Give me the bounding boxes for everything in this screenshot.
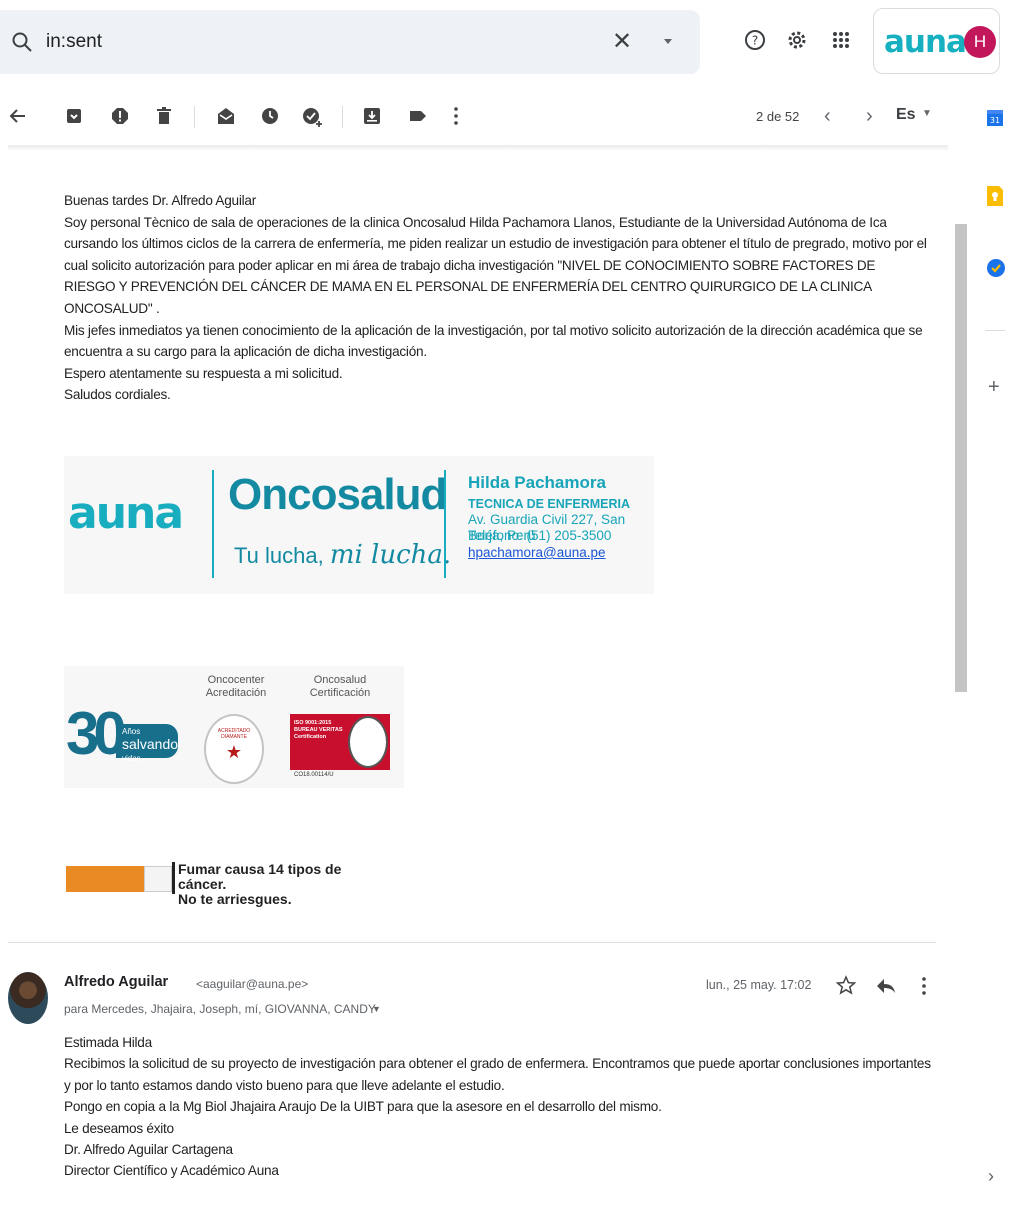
reply-message-body: Estimada Hilda Recibimos la solicitud de… [64, 1032, 944, 1182]
smoking-warning-banner: Fumar causa 14 tipos de cáncer. No te ar… [64, 860, 374, 907]
body-line: Dr. Alfredo Aguilar Cartagena [64, 1142, 233, 1158]
body-line: y por lo tanto estamos dando visto bueno… [64, 1077, 505, 1093]
star-icon[interactable] [835, 975, 857, 1000]
body-line: Buenas tardes Dr. Alfredo Aguilar [64, 193, 256, 208]
add-task-icon[interactable] [302, 106, 324, 133]
signature-name: Hilda Pachamora [468, 473, 606, 492]
warning-line: Fumar causa 14 tipos de cáncer. [178, 861, 342, 892]
warning-line: No te arriesgues. [178, 891, 292, 907]
older-chevron-right-icon[interactable]: › [866, 105, 873, 128]
signature-phone: Teléfono: (51) 205-3500 [468, 528, 612, 543]
search-bar[interactable]: in:sent ✕ [0, 10, 700, 74]
report-spam-icon[interactable] [110, 106, 130, 131]
body-line: Pongo en copia a la Mg Biol Jhajaira Ara… [64, 1099, 662, 1115]
accreditation-seal: ACREDITADO DIAMANTE ★ [204, 714, 264, 784]
archive-icon[interactable] [64, 106, 84, 131]
body-line: encuentra a su cargo para la aplicación … [64, 344, 427, 360]
add-addon-plus-icon[interactable]: + [988, 376, 1000, 399]
scrollbar-thumb[interactable] [955, 224, 967, 692]
chevron-down-icon[interactable]: ▼ [922, 108, 932, 119]
oncosalud-tagline: Tu lucha, mi lucha. [234, 540, 452, 570]
cigarette-filter-graphic [66, 866, 146, 892]
newer-chevron-left-icon[interactable]: ‹ [824, 105, 831, 128]
svg-text:31: 31 [990, 116, 1000, 125]
oncosalud-label: Oncosalud Certificación [309, 674, 371, 699]
rail-divider [985, 330, 1005, 331]
body-line: Le deseamos éxito [64, 1120, 174, 1136]
input-language-selector[interactable]: Es [896, 106, 916, 124]
message-body: Buenas tardes Dr. Alfredo Aguilar Soy pe… [64, 190, 944, 406]
body-line: Director Científico y Académico Auna [64, 1163, 279, 1179]
body-line: ONCOSALUD" . [64, 300, 160, 316]
mark-unread-icon[interactable] [216, 106, 236, 131]
body-line: Saludos cordiales. [64, 387, 171, 403]
calendar-icon[interactable]: 31 [987, 108, 1003, 131]
reply-icon[interactable] [876, 977, 896, 1000]
pagination-count: 2 de 52 [756, 109, 800, 124]
signature-divider [212, 470, 214, 578]
signature-email-link[interactable]: hpachamora@auna.pe [468, 545, 606, 561]
message-toolbar: 2 de 52 ‹ › Es ▼ [0, 98, 950, 138]
tasks-icon[interactable] [987, 259, 1005, 282]
sender-email: <aaguilar@auna.pe> [196, 977, 309, 991]
message-date: lun., 25 may. 17:02 [706, 978, 812, 992]
body-line: Espero atentamente su respuesta a mi sol… [64, 365, 343, 381]
auna-logo: auna [68, 488, 184, 539]
search-options-icon[interactable] [662, 34, 674, 52]
anos-text: Años [122, 727, 141, 736]
oncocenter-label: Oncocenter Acreditación [205, 674, 267, 699]
delete-icon[interactable] [154, 106, 174, 131]
snooze-icon[interactable] [260, 106, 280, 131]
body-line: Recibimos la solicitud de su proyecto de… [64, 1056, 931, 1072]
signature-divider [444, 470, 446, 578]
sender-avatar[interactable] [8, 972, 48, 1024]
body-line: Soy personal Tècnico de sala de operacio… [64, 214, 887, 230]
vidas-text: vidas [122, 754, 141, 763]
move-to-icon[interactable] [362, 106, 382, 131]
cigarette-paper-graphic [144, 866, 172, 892]
settings-gear-icon[interactable] [786, 29, 808, 56]
message-divider [8, 942, 936, 943]
body-line: RIESGO Y PREVENCIÓN DEL CÁNCER DE MAMA E… [64, 279, 872, 295]
oncosalud-logo: Oncosalud [228, 470, 447, 519]
iso-certification-badge: ISO 9001:2015 BUREAU VERITAS Certification [290, 714, 390, 770]
body-line: cual solicito autorización para poder ap… [64, 257, 876, 273]
more-vert-icon[interactable] [920, 976, 928, 1001]
recipients-list: para Mercedes, Jhajaira, Joseph, mí, GIO… [64, 1002, 376, 1016]
toolbar-divider [8, 145, 948, 151]
body-line: Estimada Hilda [64, 1035, 152, 1050]
search-icon[interactable] [10, 30, 34, 54]
more-vert-icon[interactable] [452, 106, 460, 131]
accreditation-badges: 30 Años salvando vidas Oncocenter Acredit… [64, 666, 404, 788]
account-avatar[interactable]: H [964, 26, 996, 58]
sender-name[interactable]: Alfredo Aguilar [64, 974, 168, 990]
iso-code: CO18.00114/U [294, 772, 334, 778]
apps-grid-icon[interactable] [832, 31, 850, 54]
label-icon[interactable] [408, 106, 428, 131]
body-line: Mis jefes inmediatos ya tienen conocimie… [64, 322, 923, 338]
keep-icon[interactable] [987, 186, 1003, 211]
back-arrow-icon[interactable] [8, 106, 28, 131]
help-icon[interactable]: ? [744, 29, 766, 56]
body-line: cursando los últimos ciclos de la carrer… [64, 236, 927, 252]
show-details-chevron-icon[interactable]: ▼ [372, 1004, 381, 1014]
auna-logo: auna [884, 24, 967, 60]
salvando-text: salvando [122, 736, 179, 752]
thirty-years-logo: 30 [66, 700, 127, 767]
show-side-panel-chevron-icon[interactable]: › [988, 1166, 994, 1187]
email-signature: auna Oncosalud Tu lucha, mi lucha. Hilda… [64, 456, 654, 594]
bureau-veritas-seal [348, 716, 388, 768]
search-input[interactable]: in:sent [46, 31, 102, 53]
clear-search-icon[interactable]: ✕ [612, 30, 632, 54]
svg-text:?: ? [752, 34, 758, 48]
signature-role: TECNICA DE ENFERMERIA [468, 497, 631, 511]
star-icon: ★ [225, 742, 243, 762]
account-switcher[interactable]: auna H [873, 8, 1000, 74]
